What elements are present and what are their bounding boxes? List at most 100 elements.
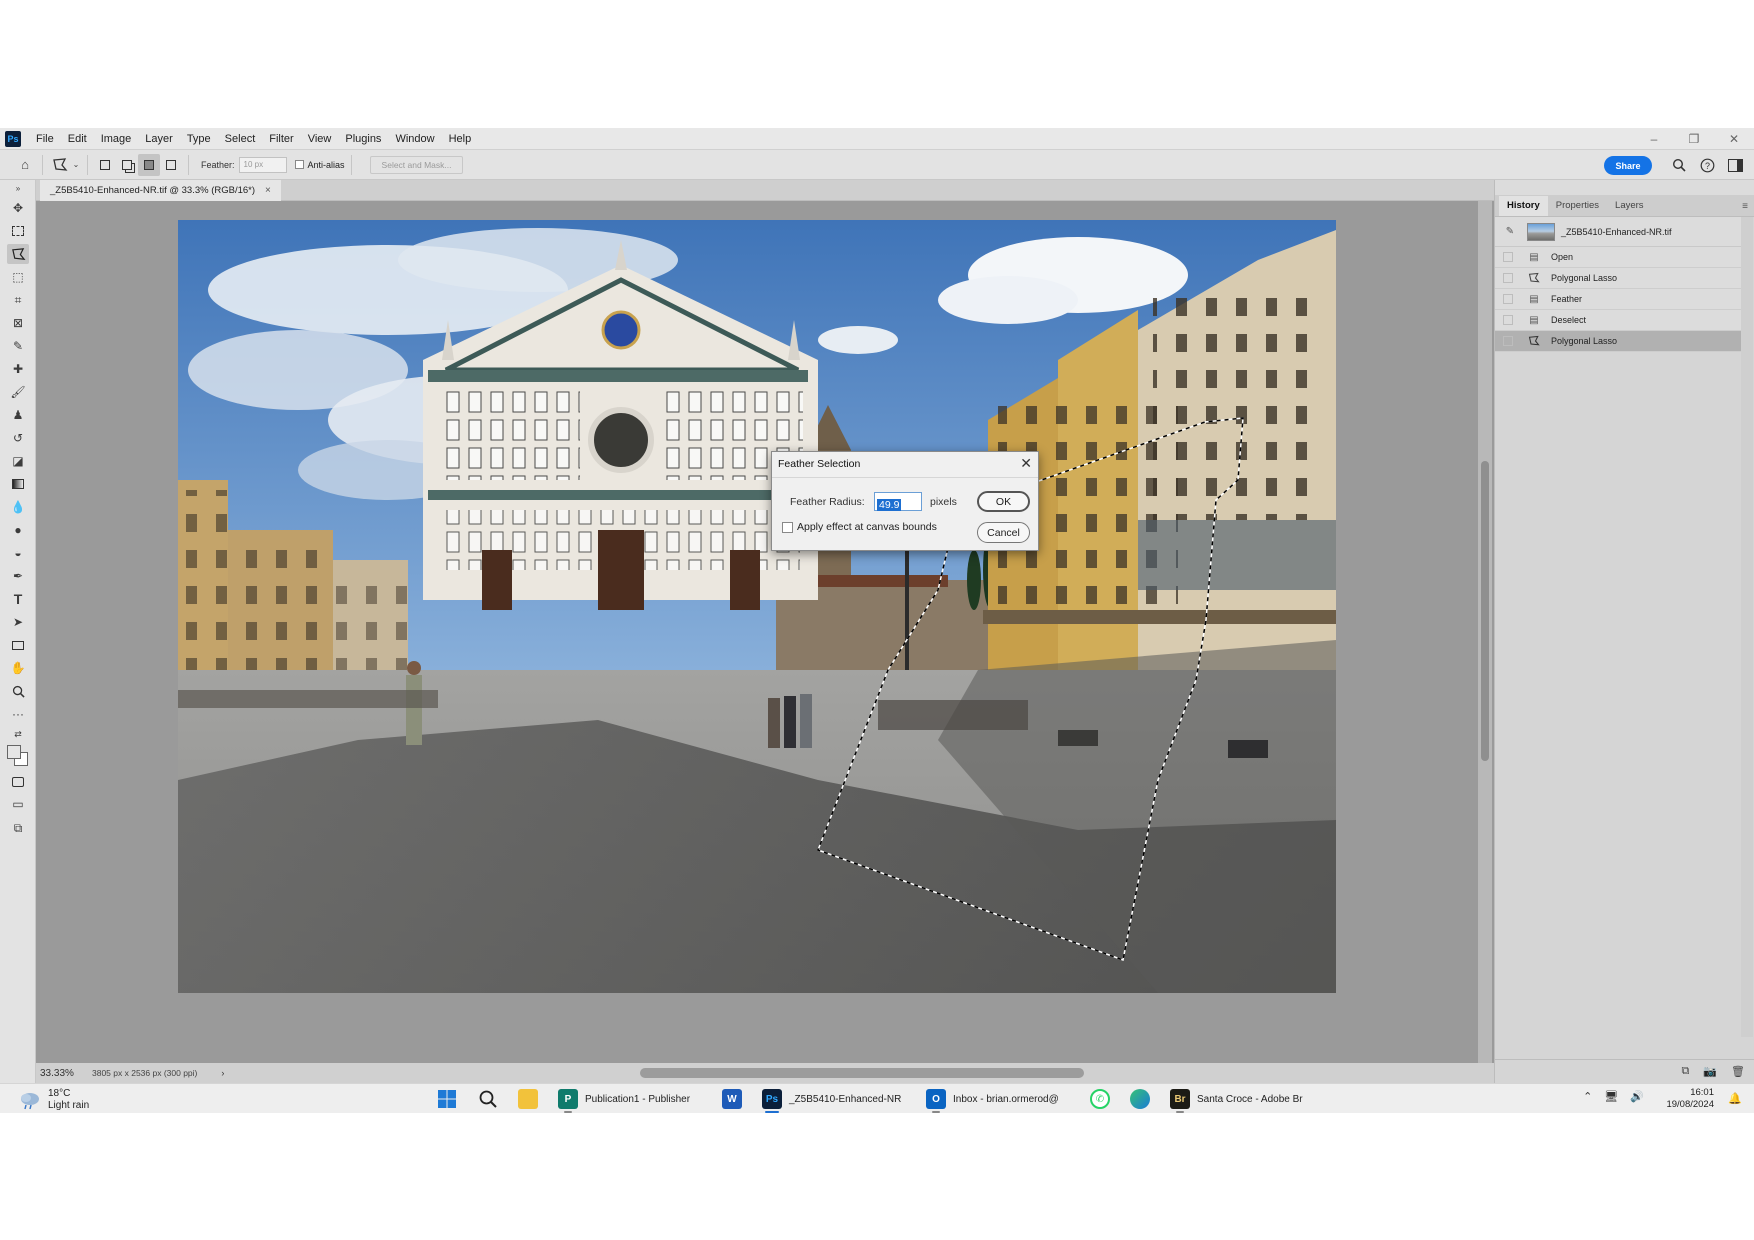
eyedropper-tool-icon[interactable]: ✎ xyxy=(7,336,29,356)
taskbar-search-button[interactable] xyxy=(478,1088,498,1110)
select-and-mask-button[interactable]: Select and Mask... xyxy=(369,155,464,174)
history-state-deselect[interactable]: ▤ Deselect xyxy=(1495,310,1741,331)
status-menu-chevron-icon[interactable]: › xyxy=(221,1068,224,1078)
clone-stamp-tool-icon[interactable]: ♟ xyxy=(7,405,29,425)
swap-colors-icon[interactable]: ⇄ xyxy=(7,724,29,744)
lasso-tool-icon[interactable] xyxy=(7,244,29,264)
weather-widget[interactable]: 18°C Light rain xyxy=(18,1088,89,1112)
dodge-tool-icon[interactable]: ● xyxy=(7,520,29,540)
file-explorer-button[interactable] xyxy=(518,1088,538,1110)
add-to-selection-icon[interactable] xyxy=(116,154,138,176)
workspace-icon[interactable] xyxy=(1726,156,1744,174)
eraser-tool-icon[interactable]: ◪ xyxy=(7,451,29,471)
menu-filter[interactable]: Filter xyxy=(262,133,300,145)
close-icon[interactable]: ✕ xyxy=(1020,455,1032,472)
taskbar-app-photoshop[interactable]: Ps _Z5B5410-Enhanced-NR xyxy=(762,1088,901,1113)
camera-snapshot-icon[interactable]: 📷 xyxy=(1703,1065,1717,1078)
history-brush-tool-icon[interactable]: ↺ xyxy=(7,428,29,448)
zoom-level-field[interactable]: 33.33% xyxy=(36,1068,82,1079)
document-image[interactable] xyxy=(178,220,1336,993)
trash-icon[interactable]: 🗑 xyxy=(1731,1065,1745,1078)
taskbar-app-outlook[interactable]: O Inbox - brian.ormerod@ xyxy=(926,1088,1059,1113)
generative-tools-icon[interactable]: ⧉ xyxy=(7,818,29,838)
feather-radius-input[interactable]: 49.9 xyxy=(874,492,922,511)
blur-tool-icon[interactable]: 💧 xyxy=(7,497,29,517)
ok-button[interactable]: OK xyxy=(977,491,1030,512)
history-snapshot[interactable]: ✎ _Z5B5410-Enhanced-NR.tif xyxy=(1495,217,1741,247)
menu-window[interactable]: Window xyxy=(388,133,441,145)
new-document-from-state-icon[interactable]: ⧉ xyxy=(1681,1065,1689,1078)
chevron-down-icon[interactable]: ⌄ xyxy=(71,154,81,176)
taskbar-app-bridge[interactable]: Br Santa Croce - Adobe Br xyxy=(1170,1088,1303,1113)
document-tab[interactable]: _Z5B5410-Enhanced-NR.tif @ 33.3% (RGB/16… xyxy=(40,180,281,201)
tool-preset-polygonal-lasso-icon[interactable] xyxy=(49,154,71,176)
history-state-polygonal-lasso-current[interactable]: Polygonal Lasso xyxy=(1495,331,1741,352)
vertical-scrollbar[interactable] xyxy=(1478,201,1492,1063)
horizontal-scrollbar-thumb[interactable] xyxy=(640,1068,1084,1078)
chevron-up-icon[interactable]: ⌃ xyxy=(1583,1090,1592,1103)
canvas-area[interactable]: Feather Selection ✕ Feather Radius: 49.9… xyxy=(36,201,1494,1063)
taskbar-app-publisher[interactable]: P Publication1 - Publisher xyxy=(558,1088,690,1113)
menu-select[interactable]: Select xyxy=(218,133,263,145)
taskbar-app-edge[interactable] xyxy=(1130,1088,1150,1110)
panel-menu-icon[interactable]: ≡ xyxy=(1742,201,1748,212)
menu-plugins[interactable]: Plugins xyxy=(338,133,388,145)
anti-alias-checkbox[interactable] xyxy=(294,160,304,169)
marquee-tool-icon[interactable] xyxy=(7,221,29,241)
quick-mask-icon[interactable] xyxy=(7,772,29,792)
gradient-tool-icon[interactable] xyxy=(7,474,29,494)
more-tools-icon[interactable]: ··· xyxy=(7,704,29,724)
path-selection-tool-icon[interactable]: ➤ xyxy=(7,612,29,632)
history-brush-source-icon[interactable]: ✎ xyxy=(1503,225,1517,239)
canvas-bounds-checkbox[interactable] xyxy=(782,522,793,533)
minimize-icon[interactable]: – xyxy=(1634,128,1674,150)
intersect-selection-icon[interactable] xyxy=(160,154,182,176)
rectangle-tool-icon[interactable] xyxy=(7,635,29,655)
tab-layers[interactable]: Layers xyxy=(1607,196,1652,216)
history-brush-source-box[interactable] xyxy=(1503,273,1513,283)
vertical-scrollbar-thumb[interactable] xyxy=(1481,461,1489,761)
history-brush-source-box[interactable] xyxy=(1503,252,1513,262)
frame-tool-icon[interactable]: ⊠ xyxy=(7,313,29,333)
taskbar-app-word[interactable]: W xyxy=(722,1088,742,1110)
volume-icon[interactable]: 🔊 xyxy=(1630,1090,1644,1103)
history-brush-source-box[interactable] xyxy=(1503,294,1513,304)
taskbar-app-whatsapp[interactable]: ✆ xyxy=(1090,1088,1110,1110)
taskbar-clock[interactable]: 16:01 19/08/2024 xyxy=(1666,1087,1714,1111)
history-brush-source-box[interactable] xyxy=(1503,336,1513,346)
sponge-tool-icon[interactable]: ◒ xyxy=(7,543,29,563)
network-icon[interactable]: 🖥 xyxy=(1604,1090,1618,1103)
close-tab-icon[interactable]: × xyxy=(265,185,271,196)
menu-help[interactable]: Help xyxy=(442,133,479,145)
foreground-color-swatch[interactable] xyxy=(7,745,21,759)
history-state-feather[interactable]: ▤ Feather xyxy=(1495,289,1741,310)
move-tool-icon[interactable]: ✥ xyxy=(7,198,29,218)
cancel-button[interactable]: Cancel xyxy=(977,522,1030,543)
share-button[interactable]: Share xyxy=(1604,156,1652,175)
brush-tool-icon[interactable]: 🖌 xyxy=(7,382,29,402)
hand-tool-icon[interactable]: ✋ xyxy=(7,658,29,678)
object-selection-tool-icon[interactable]: ⬚ xyxy=(7,267,29,287)
notification-bell-icon[interactable]: 🔔 xyxy=(1728,1092,1742,1105)
menu-edit[interactable]: Edit xyxy=(61,133,94,145)
type-tool-icon[interactable]: T xyxy=(7,589,29,609)
help-icon[interactable]: ? xyxy=(1698,156,1716,174)
tab-history[interactable]: History xyxy=(1499,196,1548,216)
screen-mode-icon[interactable]: ▭ xyxy=(7,794,29,814)
menu-type[interactable]: Type xyxy=(180,133,218,145)
menu-layer[interactable]: Layer xyxy=(138,133,180,145)
tab-properties[interactable]: Properties xyxy=(1548,196,1607,216)
history-state-open[interactable]: ▤ Open xyxy=(1495,247,1741,268)
menu-file[interactable]: File xyxy=(29,133,61,145)
start-button[interactable] xyxy=(437,1088,457,1110)
canvas-bounds-label[interactable]: Apply effect at canvas bounds xyxy=(797,521,937,533)
new-selection-icon[interactable] xyxy=(94,154,116,176)
healing-brush-tool-icon[interactable]: ✚ xyxy=(7,359,29,379)
panel-scrollbar[interactable] xyxy=(1741,217,1753,1037)
home-icon[interactable]: ⌂ xyxy=(14,154,36,176)
subtract-from-selection-icon[interactable] xyxy=(138,153,160,176)
zoom-tool-icon[interactable] xyxy=(7,681,29,701)
history-brush-source-box[interactable] xyxy=(1503,315,1513,325)
restore-icon[interactable]: ❐ xyxy=(1674,128,1714,150)
feather-input[interactable]: 10 px xyxy=(238,156,287,173)
